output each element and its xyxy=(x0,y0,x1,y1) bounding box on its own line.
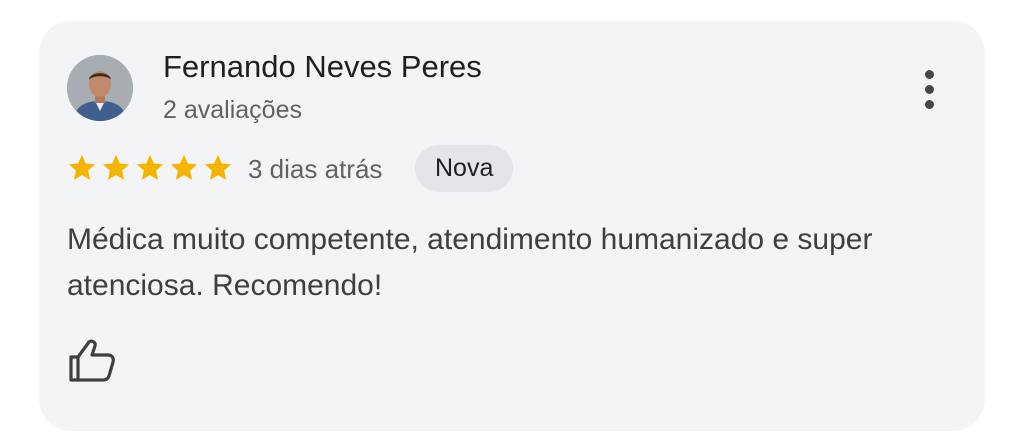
star-icon xyxy=(68,154,96,180)
star-icon xyxy=(170,154,198,180)
author-avatar[interactable] xyxy=(67,55,133,121)
review-card: Fernando Neves Peres 2 avaliações 3 dias… xyxy=(39,21,985,431)
more-options-button[interactable] xyxy=(911,65,947,113)
author-review-count: 2 avaliações xyxy=(163,96,302,124)
thumb-up-icon xyxy=(69,339,115,382)
review-date: 3 dias atrás xyxy=(248,154,383,184)
star-rating xyxy=(66,152,234,184)
star-icon xyxy=(102,154,130,180)
star-icon xyxy=(136,154,164,180)
star-icon xyxy=(204,154,232,180)
more-vert-icon-dot xyxy=(924,99,934,109)
like-button[interactable] xyxy=(65,337,117,383)
more-vert-icon-dot xyxy=(924,69,934,79)
author-name[interactable]: Fernando Neves Peres xyxy=(163,49,482,85)
new-badge: Nova xyxy=(415,145,514,192)
review-text: Médica muito competente, atendimento hum… xyxy=(67,223,873,302)
avatar-photo xyxy=(67,55,133,121)
more-vert-icon-dot xyxy=(924,84,934,94)
